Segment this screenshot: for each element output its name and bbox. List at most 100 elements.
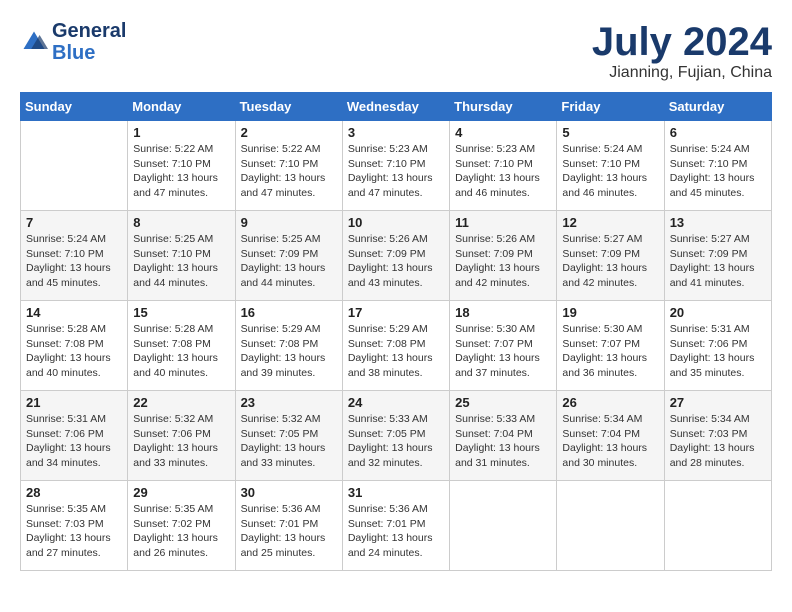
cell-info: Sunrise: 5:35 AM Sunset: 7:02 PM Dayligh… — [133, 502, 229, 561]
day-number: 23 — [241, 395, 337, 410]
day-number: 30 — [241, 485, 337, 500]
table-row: 1 Sunrise: 5:22 AM Sunset: 7:10 PM Dayli… — [128, 121, 235, 211]
day-number: 3 — [348, 125, 444, 140]
day-number: 8 — [133, 215, 229, 230]
cell-info: Sunrise: 5:25 AM Sunset: 7:10 PM Dayligh… — [133, 232, 229, 291]
table-row — [664, 481, 771, 571]
logo-blue: Blue — [52, 42, 95, 64]
cell-info: Sunrise: 5:23 AM Sunset: 7:10 PM Dayligh… — [455, 142, 551, 201]
table-row: 23 Sunrise: 5:32 AM Sunset: 7:05 PM Dayl… — [235, 391, 342, 481]
cell-info: Sunrise: 5:35 AM Sunset: 7:03 PM Dayligh… — [26, 502, 122, 561]
day-number: 10 — [348, 215, 444, 230]
calendar-table: Sunday Monday Tuesday Wednesday Thursday… — [20, 92, 772, 571]
cell-info: Sunrise: 5:29 AM Sunset: 7:08 PM Dayligh… — [348, 322, 444, 381]
day-number: 14 — [26, 305, 122, 320]
cell-info: Sunrise: 5:32 AM Sunset: 7:05 PM Dayligh… — [241, 412, 337, 471]
day-number: 7 — [26, 215, 122, 230]
col-saturday: Saturday — [664, 93, 771, 121]
col-sunday: Sunday — [21, 93, 128, 121]
table-row: 10 Sunrise: 5:26 AM Sunset: 7:09 PM Dayl… — [342, 211, 449, 301]
cell-info: Sunrise: 5:31 AM Sunset: 7:06 PM Dayligh… — [26, 412, 122, 471]
day-number: 31 — [348, 485, 444, 500]
cell-info: Sunrise: 5:36 AM Sunset: 7:01 PM Dayligh… — [241, 502, 337, 561]
table-row: 21 Sunrise: 5:31 AM Sunset: 7:06 PM Dayl… — [21, 391, 128, 481]
table-row: 15 Sunrise: 5:28 AM Sunset: 7:08 PM Dayl… — [128, 301, 235, 391]
cell-info: Sunrise: 5:26 AM Sunset: 7:09 PM Dayligh… — [348, 232, 444, 291]
calendar-header-row: Sunday Monday Tuesday Wednesday Thursday… — [21, 93, 772, 121]
cell-info: Sunrise: 5:22 AM Sunset: 7:10 PM Dayligh… — [133, 142, 229, 201]
logo-icon — [20, 28, 48, 56]
day-number: 27 — [670, 395, 766, 410]
day-number: 6 — [670, 125, 766, 140]
day-number: 1 — [133, 125, 229, 140]
table-row: 30 Sunrise: 5:36 AM Sunset: 7:01 PM Dayl… — [235, 481, 342, 571]
table-row: 2 Sunrise: 5:22 AM Sunset: 7:10 PM Dayli… — [235, 121, 342, 211]
month-title: July 2024 — [592, 20, 772, 64]
calendar-week-row: 7 Sunrise: 5:24 AM Sunset: 7:10 PM Dayli… — [21, 211, 772, 301]
cell-info: Sunrise: 5:36 AM Sunset: 7:01 PM Dayligh… — [348, 502, 444, 561]
cell-info: Sunrise: 5:30 AM Sunset: 7:07 PM Dayligh… — [562, 322, 658, 381]
col-tuesday: Tuesday — [235, 93, 342, 121]
cell-info: Sunrise: 5:30 AM Sunset: 7:07 PM Dayligh… — [455, 322, 551, 381]
table-row: 8 Sunrise: 5:25 AM Sunset: 7:10 PM Dayli… — [128, 211, 235, 301]
page-header: General Blue July 2024 Jianning, Fujian,… — [20, 20, 772, 82]
table-row: 29 Sunrise: 5:35 AM Sunset: 7:02 PM Dayl… — [128, 481, 235, 571]
table-row: 18 Sunrise: 5:30 AM Sunset: 7:07 PM Dayl… — [450, 301, 557, 391]
table-row: 31 Sunrise: 5:36 AM Sunset: 7:01 PM Dayl… — [342, 481, 449, 571]
cell-info: Sunrise: 5:32 AM Sunset: 7:06 PM Dayligh… — [133, 412, 229, 471]
day-number: 17 — [348, 305, 444, 320]
table-row: 19 Sunrise: 5:30 AM Sunset: 7:07 PM Dayl… — [557, 301, 664, 391]
table-row: 27 Sunrise: 5:34 AM Sunset: 7:03 PM Dayl… — [664, 391, 771, 481]
table-row: 4 Sunrise: 5:23 AM Sunset: 7:10 PM Dayli… — [450, 121, 557, 211]
cell-info: Sunrise: 5:24 AM Sunset: 7:10 PM Dayligh… — [26, 232, 122, 291]
logo-general: General — [52, 20, 126, 42]
cell-info: Sunrise: 5:24 AM Sunset: 7:10 PM Dayligh… — [670, 142, 766, 201]
day-number: 29 — [133, 485, 229, 500]
calendar-week-row: 1 Sunrise: 5:22 AM Sunset: 7:10 PM Dayli… — [21, 121, 772, 211]
cell-info: Sunrise: 5:33 AM Sunset: 7:04 PM Dayligh… — [455, 412, 551, 471]
day-number: 15 — [133, 305, 229, 320]
cell-info: Sunrise: 5:25 AM Sunset: 7:09 PM Dayligh… — [241, 232, 337, 291]
day-number: 19 — [562, 305, 658, 320]
day-number: 20 — [670, 305, 766, 320]
title-block: July 2024 Jianning, Fujian, China — [592, 20, 772, 82]
location: Jianning, Fujian, China — [592, 64, 772, 82]
day-number: 4 — [455, 125, 551, 140]
table-row: 25 Sunrise: 5:33 AM Sunset: 7:04 PM Dayl… — [450, 391, 557, 481]
calendar-week-row: 21 Sunrise: 5:31 AM Sunset: 7:06 PM Dayl… — [21, 391, 772, 481]
col-monday: Monday — [128, 93, 235, 121]
cell-info: Sunrise: 5:26 AM Sunset: 7:09 PM Dayligh… — [455, 232, 551, 291]
cell-info: Sunrise: 5:33 AM Sunset: 7:05 PM Dayligh… — [348, 412, 444, 471]
table-row: 17 Sunrise: 5:29 AM Sunset: 7:08 PM Dayl… — [342, 301, 449, 391]
table-row: 28 Sunrise: 5:35 AM Sunset: 7:03 PM Dayl… — [21, 481, 128, 571]
day-number: 21 — [26, 395, 122, 410]
cell-info: Sunrise: 5:28 AM Sunset: 7:08 PM Dayligh… — [133, 322, 229, 381]
day-number: 9 — [241, 215, 337, 230]
day-number: 11 — [455, 215, 551, 230]
calendar-week-row: 14 Sunrise: 5:28 AM Sunset: 7:08 PM Dayl… — [21, 301, 772, 391]
day-number: 28 — [26, 485, 122, 500]
cell-info: Sunrise: 5:22 AM Sunset: 7:10 PM Dayligh… — [241, 142, 337, 201]
table-row — [21, 121, 128, 211]
day-number: 22 — [133, 395, 229, 410]
cell-info: Sunrise: 5:34 AM Sunset: 7:03 PM Dayligh… — [670, 412, 766, 471]
day-number: 24 — [348, 395, 444, 410]
table-row: 7 Sunrise: 5:24 AM Sunset: 7:10 PM Dayli… — [21, 211, 128, 301]
day-number: 12 — [562, 215, 658, 230]
cell-info: Sunrise: 5:27 AM Sunset: 7:09 PM Dayligh… — [562, 232, 658, 291]
table-row: 22 Sunrise: 5:32 AM Sunset: 7:06 PM Dayl… — [128, 391, 235, 481]
day-number: 18 — [455, 305, 551, 320]
col-thursday: Thursday — [450, 93, 557, 121]
day-number: 2 — [241, 125, 337, 140]
table-row: 9 Sunrise: 5:25 AM Sunset: 7:09 PM Dayli… — [235, 211, 342, 301]
day-number: 25 — [455, 395, 551, 410]
table-row: 12 Sunrise: 5:27 AM Sunset: 7:09 PM Dayl… — [557, 211, 664, 301]
table-row: 16 Sunrise: 5:29 AM Sunset: 7:08 PM Dayl… — [235, 301, 342, 391]
table-row: 26 Sunrise: 5:34 AM Sunset: 7:04 PM Dayl… — [557, 391, 664, 481]
table-row: 6 Sunrise: 5:24 AM Sunset: 7:10 PM Dayli… — [664, 121, 771, 211]
table-row: 24 Sunrise: 5:33 AM Sunset: 7:05 PM Dayl… — [342, 391, 449, 481]
cell-info: Sunrise: 5:31 AM Sunset: 7:06 PM Dayligh… — [670, 322, 766, 381]
cell-info: Sunrise: 5:24 AM Sunset: 7:10 PM Dayligh… — [562, 142, 658, 201]
table-row: 13 Sunrise: 5:27 AM Sunset: 7:09 PM Dayl… — [664, 211, 771, 301]
day-number: 13 — [670, 215, 766, 230]
